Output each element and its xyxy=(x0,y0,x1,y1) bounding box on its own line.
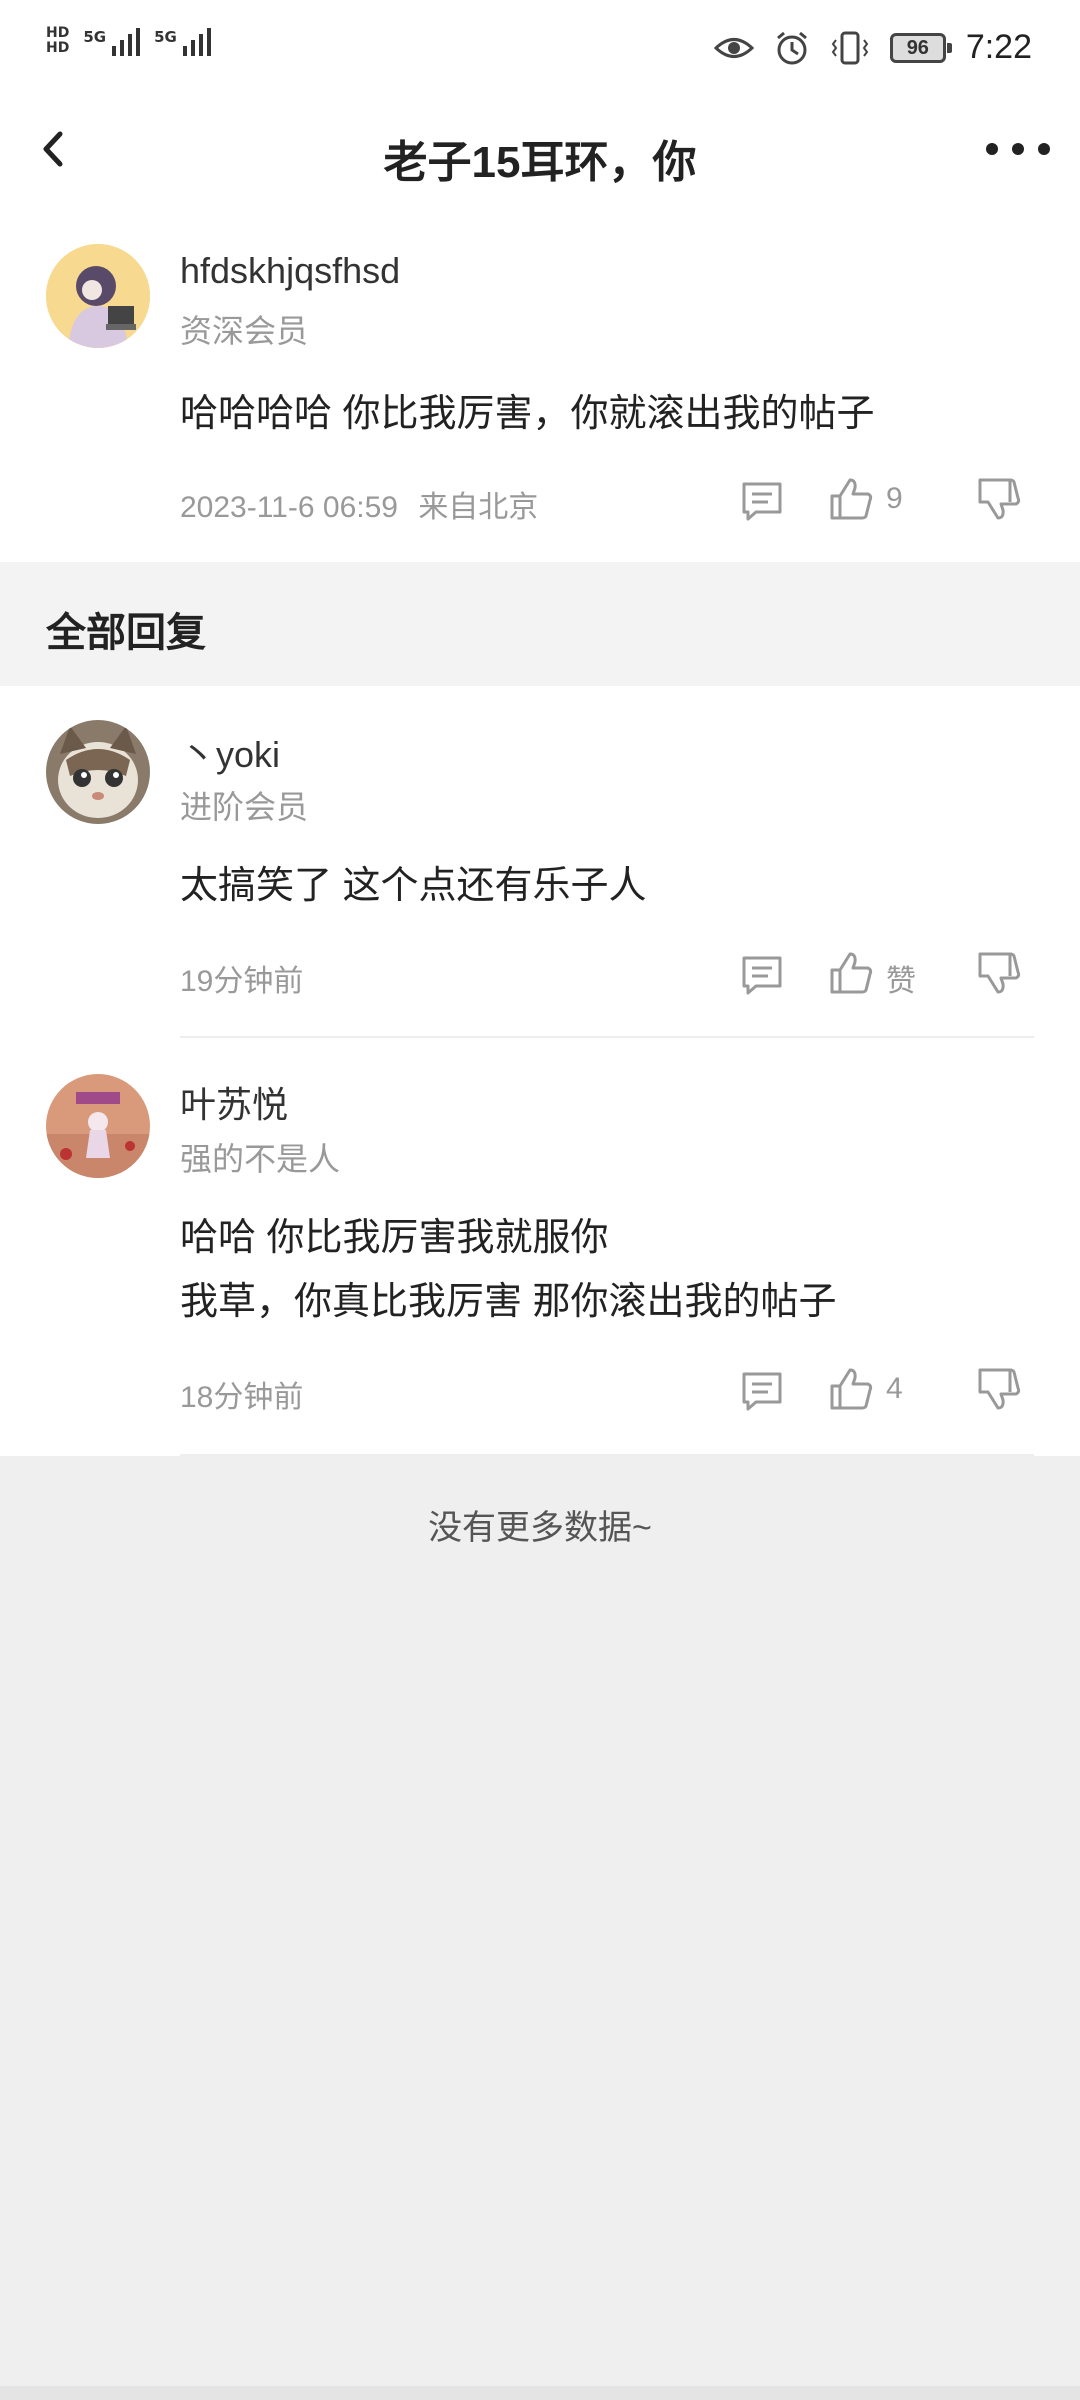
like-count: 赞 xyxy=(886,965,916,998)
avatar[interactable] xyxy=(46,1074,150,1178)
comment-text: 哈哈哈哈 你比我厉害，你就滚出我的帖子 xyxy=(180,393,875,435)
replies-section-header: 全部回复 xyxy=(0,562,1080,686)
reply-icon[interactable] xyxy=(740,480,784,522)
comment-actions: 9 xyxy=(740,476,1030,526)
hd-badges: HD HD xyxy=(46,26,69,56)
username[interactable]: 丶yoki xyxy=(180,726,280,778)
avatar[interactable] xyxy=(46,244,150,348)
member-level: 进阶会员 xyxy=(180,789,309,825)
network-type-1: 5G xyxy=(83,28,107,46)
reply-text: 哈哈 你比我厉害我就服你 我草，你真比我厉害 那你滚出我的帖子 xyxy=(180,1206,837,1334)
reply-item: 丶yoki 进阶会员 太搞笑了 这个点还有乐子人 19分钟前 赞 xyxy=(0,686,1080,1038)
thumbs-up-icon[interactable] xyxy=(828,476,874,522)
username[interactable]: 叶苏悦 xyxy=(180,1076,288,1128)
page-title: 老子15耳环，你 xyxy=(383,138,697,187)
reply-actions: 赞 xyxy=(740,950,1030,1000)
avatar[interactable] xyxy=(46,720,150,824)
thumbs-down-icon[interactable] xyxy=(976,950,1022,996)
reply-text-line: 哈哈 你比我厉害我就服你 xyxy=(180,1217,609,1259)
divider xyxy=(180,1454,1034,1456)
signal-icon: 5G xyxy=(83,28,141,56)
top-nav-bar: 老子15耳环，你 xyxy=(0,100,1080,200)
reply-actions: 4 xyxy=(740,1366,1030,1416)
thumbs-down-icon[interactable] xyxy=(976,1366,1022,1412)
reply-text-line: 太搞笑了 这个点还有乐子人 xyxy=(180,865,647,907)
member-level: 资深会员 xyxy=(180,313,309,349)
reply-text: 太搞笑了 这个点还有乐子人 xyxy=(180,854,647,918)
status-icons: 96 7:22 xyxy=(713,28,1032,67)
member-level: 强的不是人 xyxy=(180,1141,341,1177)
reply-text-line: 我草，你真比我厉害 那你滚出我的帖子 xyxy=(180,1281,837,1323)
status-bar: HD HD 5G 5G 96 7:22 xyxy=(0,0,1080,100)
thumbs-down-icon[interactable] xyxy=(976,476,1022,522)
clock: 7:22 xyxy=(965,28,1032,66)
back-arrow-icon[interactable] xyxy=(28,124,78,174)
main-comment: hfdskhjqsfhsd 资深会员 哈哈哈哈 你比我厉害，你就滚出我的帖子 2… xyxy=(0,200,1080,562)
reply-time: 18分钟前 xyxy=(180,1381,304,1414)
bottom-edge xyxy=(0,2386,1080,2400)
comment-location: 来自北京 xyxy=(418,491,539,524)
like-count: 4 xyxy=(886,1372,903,1405)
comment-meta: 2023-11-6 06:59 来自北京 xyxy=(180,482,538,526)
comment-time: 2023-11-6 06:59 xyxy=(180,491,398,524)
alarm-icon xyxy=(776,31,807,64)
no-more-data-text: 没有更多数据~ xyxy=(428,1509,652,1547)
hd-badge-1: HD xyxy=(46,25,70,41)
battery-indicator: 96 xyxy=(889,32,952,63)
thumbs-up-icon[interactable] xyxy=(828,1366,874,1412)
reply-icon[interactable] xyxy=(740,954,784,996)
username[interactable]: hfdskhjqsfhsd xyxy=(180,250,400,292)
network-type-2: 5G xyxy=(154,28,177,46)
reply-time: 19分钟前 xyxy=(180,965,304,998)
eye-icon xyxy=(713,37,754,58)
signal-icon-2: 5G xyxy=(154,28,211,56)
thumbs-up-icon[interactable] xyxy=(828,950,874,996)
reply-item: 叶苏悦 强的不是人 哈哈 你比我厉害我就服你 我草，你真比我厉害 那你滚出我的帖… xyxy=(0,1038,1080,1456)
like-count: 9 xyxy=(886,482,903,515)
reply-icon[interactable] xyxy=(740,1370,784,1412)
hd-badge-2: HD xyxy=(46,40,70,56)
more-options-icon[interactable] xyxy=(982,138,1054,160)
section-title: 全部回复 xyxy=(46,611,206,655)
signal-group: HD HD 5G 5G xyxy=(46,26,211,56)
vibrate-icon xyxy=(831,31,869,64)
